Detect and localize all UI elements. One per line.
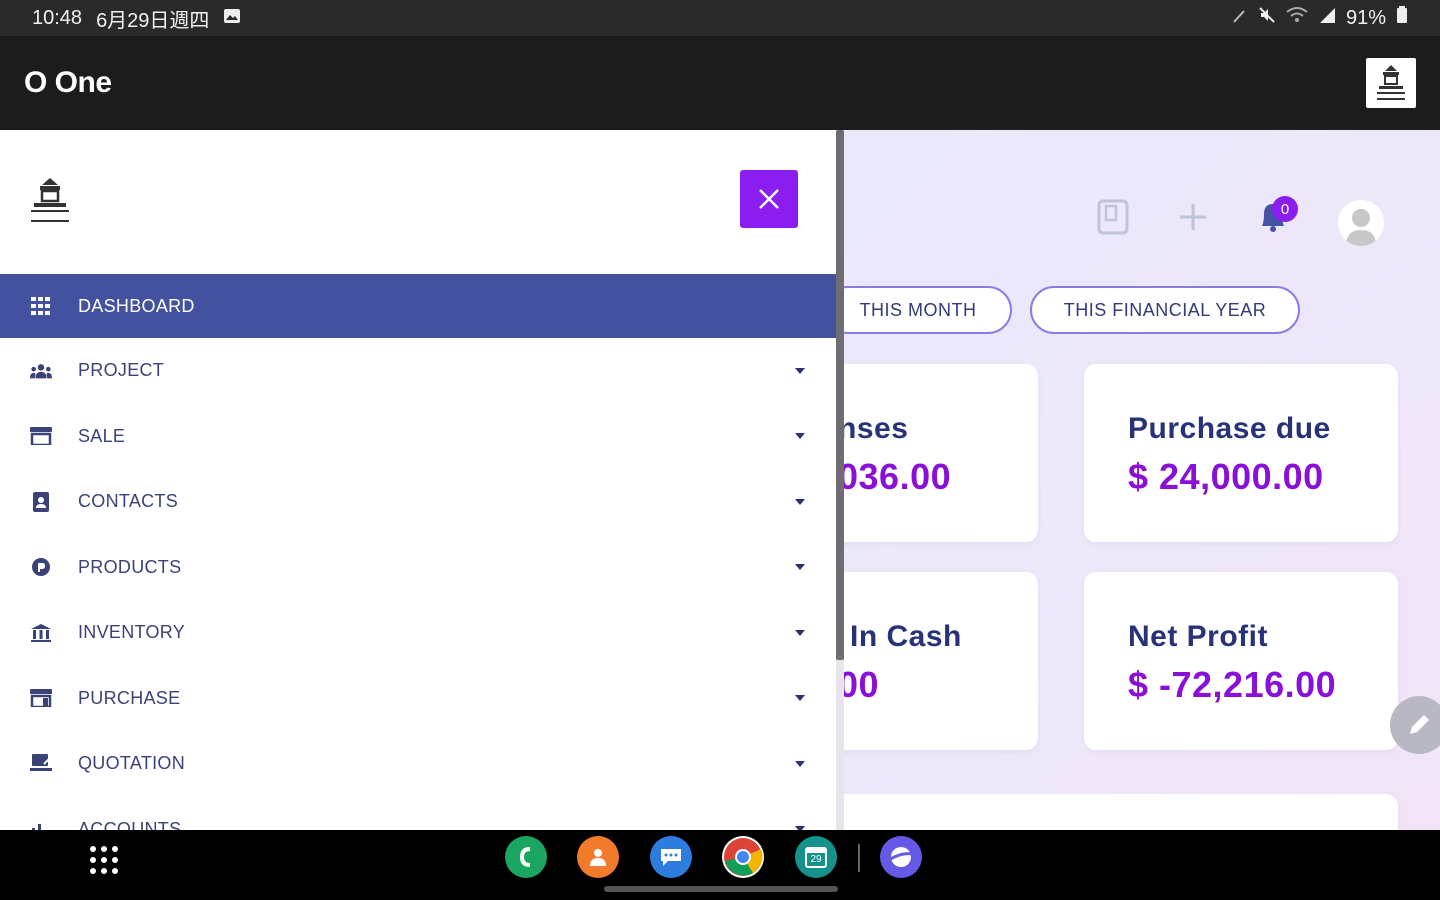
menu-label: QUOTATION xyxy=(78,753,186,774)
menu-label: INVENTORY xyxy=(78,622,186,643)
chevron-down-icon[interactable] xyxy=(795,629,805,636)
menu-label: SALE xyxy=(78,425,126,446)
status-bar: 10:48 6月29日週四 91% xyxy=(0,0,1440,36)
temple-logo-icon xyxy=(1377,65,1405,100)
phone-app-icon[interactable] xyxy=(505,836,547,878)
drawer-menu: DASHBOARD PROJECT SALE CONTACTS PRODUCTS… xyxy=(0,274,836,830)
menu-item-accounts[interactable]: ACCOUNTS xyxy=(0,797,836,830)
chart-icon xyxy=(30,818,52,830)
messages-app-icon[interactable] xyxy=(650,836,692,878)
app-logo[interactable] xyxy=(1366,58,1416,108)
menu-item-inventory[interactable]: INVENTORY xyxy=(0,600,836,666)
signal-icon xyxy=(1318,6,1336,30)
chevron-down-icon[interactable] xyxy=(795,498,805,505)
chevron-down-icon[interactable] xyxy=(795,564,805,571)
menu-item-sale[interactable]: SALE xyxy=(0,404,836,470)
filter-this-month[interactable]: THIS MONTH xyxy=(824,286,1012,334)
add-icon[interactable] xyxy=(1178,202,1208,237)
menu-label: PROJECT xyxy=(78,360,165,381)
notification-badge: 0 xyxy=(1272,196,1298,222)
store-icon xyxy=(30,425,52,447)
card-title: Purchase due xyxy=(1128,412,1331,445)
close-icon xyxy=(759,189,779,209)
user-avatar[interactable] xyxy=(1338,200,1384,246)
close-drawer-button[interactable] xyxy=(740,170,798,228)
filter-this-financial-year[interactable]: THIS FINANCIAL YEAR xyxy=(1030,286,1300,334)
quotation-icon xyxy=(30,753,52,775)
product-icon xyxy=(30,556,52,578)
navigation-drawer: DASHBOARD PROJECT SALE CONTACTS PRODUCTS… xyxy=(0,130,836,830)
calendar-date: 29 xyxy=(810,854,822,865)
chrome-app-icon[interactable] xyxy=(722,836,764,878)
card-title: In Cash xyxy=(850,620,962,653)
grid-icon xyxy=(30,295,52,317)
shop-icon xyxy=(30,687,52,709)
menu-item-contacts[interactable]: CONTACTS xyxy=(0,469,836,535)
card-value: 036.00 xyxy=(838,456,952,497)
card-title: nses xyxy=(838,412,909,445)
address-book-icon xyxy=(30,491,52,513)
battery-level: 91% xyxy=(1345,6,1386,29)
notes-icon[interactable] xyxy=(1096,198,1130,241)
card-next xyxy=(760,794,1398,830)
card-value: $ 24,000.00 xyxy=(1128,456,1324,497)
menu-item-project[interactable]: PROJECT xyxy=(0,338,836,404)
menu-item-purchase[interactable]: PURCHASE xyxy=(0,666,836,732)
filter-label: THIS MONTH xyxy=(859,299,977,320)
dock-separator xyxy=(858,844,860,872)
menu-label: PURCHASE xyxy=(78,687,181,708)
status-time: 10:48 xyxy=(32,6,83,29)
filter-label: THIS FINANCIAL YEAR xyxy=(1063,299,1267,320)
menu-label: PRODUCTS xyxy=(78,556,182,577)
menu-item-dashboard[interactable]: DASHBOARD xyxy=(0,274,836,338)
menu-label: DASHBOARD xyxy=(78,295,195,316)
system-nav-bar: 29 xyxy=(0,830,1440,900)
mute-icon xyxy=(1258,6,1276,30)
chevron-down-icon[interactable] xyxy=(795,760,805,767)
chevron-down-icon[interactable] xyxy=(795,433,805,440)
gallery-icon xyxy=(223,7,241,30)
app-bar: O One xyxy=(0,36,1440,130)
pencil-icon xyxy=(1410,715,1429,734)
menu-item-products[interactable]: PRODUCTS xyxy=(0,535,836,601)
users-icon xyxy=(30,360,52,382)
battery-icon xyxy=(1396,6,1408,30)
chevron-down-icon[interactable] xyxy=(795,367,805,374)
card-net-profit[interactable]: Net Profit $ -72,216.00 xyxy=(1084,572,1398,750)
card-value: $ -72,216.00 xyxy=(1128,664,1337,705)
internet-app-icon[interactable] xyxy=(880,836,922,878)
temple-logo-icon xyxy=(28,176,72,226)
chevron-down-icon[interactable] xyxy=(795,695,805,702)
edit-fab[interactable] xyxy=(1390,696,1440,754)
app-drawer-icon[interactable] xyxy=(90,846,118,874)
contacts-app-icon[interactable] xyxy=(577,836,619,878)
pen-icon xyxy=(1232,7,1248,30)
warehouse-icon xyxy=(30,622,52,644)
card-title: Net Profit xyxy=(1128,620,1268,653)
app-title: O One xyxy=(24,66,112,99)
drawer-scrollbar-thumb[interactable] xyxy=(836,130,844,660)
home-indicator[interactable] xyxy=(604,886,838,892)
avatar-placeholder-icon xyxy=(1346,209,1376,246)
wifi-icon xyxy=(1286,6,1308,30)
menu-label: CONTACTS xyxy=(78,491,179,512)
menu-item-quotation[interactable]: QUOTATION xyxy=(0,731,836,797)
menu-label: ACCOUNTS xyxy=(78,818,182,830)
status-date: 6月29日週四 xyxy=(96,9,210,32)
card-value: 00 xyxy=(838,664,880,705)
card-purchase-due[interactable]: Purchase due $ 24,000.00 xyxy=(1084,364,1398,542)
